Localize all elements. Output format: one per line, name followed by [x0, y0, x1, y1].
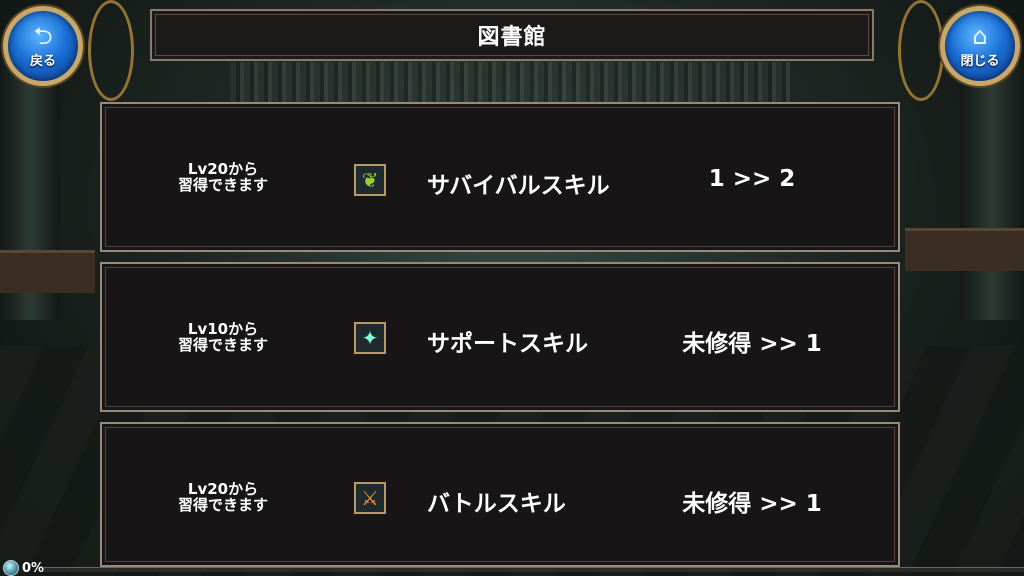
close-button-label: 閉じる: [960, 53, 1000, 69]
skill-requirement: Lv20から 習得できます: [158, 481, 288, 513]
skill-icon-glyph: ✦: [361, 326, 379, 350]
skill-row[interactable]: Lv10から 習得できます ✦ サポートスキル 未修得 >> 1: [100, 262, 900, 412]
requirement-level: Lv20から: [187, 160, 259, 178]
requirement-text: 習得できます: [177, 496, 268, 514]
skill-icon-glyph: ⚔: [361, 486, 379, 510]
requirement-text: 習得できます: [177, 336, 268, 354]
skill-name: サバイバルスキル: [427, 173, 610, 199]
home-icon: ⌂: [972, 21, 988, 50]
back-arrow-icon: ⮌: [33, 21, 53, 50]
skill-requirement: Lv10から 習得できます: [158, 321, 288, 353]
page-title: 図書館: [477, 25, 547, 50]
leaf-swirl-icon: ❦: [354, 164, 386, 196]
progress-track: [44, 567, 1024, 572]
loading-progress: 0%: [0, 560, 1024, 576]
requirement-level: Lv20から: [187, 480, 259, 498]
globe-icon: [3, 560, 19, 576]
skill-requirement: Lv20から 習得できます: [158, 161, 288, 193]
header-bar: 図書館: [150, 9, 874, 61]
skill-name: バトルスキル: [427, 491, 566, 517]
skill-row[interactable]: Lv20から 習得できます ⚔ バトルスキル 未修得 >> 1: [100, 422, 900, 567]
skill-level: 未修得 >> 1: [682, 491, 822, 517]
requirement-level: Lv10から: [187, 320, 259, 338]
skill-level: 1 >> 2: [708, 166, 796, 192]
back-button-label: 戻る: [29, 53, 56, 69]
skill-level: 未修得 >> 1: [682, 331, 822, 357]
skill-icon-glyph: ❦: [361, 168, 379, 192]
requirement-text: 習得できます: [177, 176, 268, 194]
skill-row[interactable]: Lv20から 習得できます ❦ サバイバルスキル 1 >> 2: [100, 102, 900, 252]
left-ornament: [88, 0, 134, 101]
sparkle-icon: ✦: [354, 322, 386, 354]
back-button[interactable]: ⮌ 戻る: [3, 6, 83, 86]
close-button[interactable]: ⌂ 閉じる: [940, 6, 1020, 86]
progress-percent: 0%: [22, 561, 45, 576]
crossed-swords-icon: ⚔: [354, 482, 386, 514]
right-ornament: [898, 0, 944, 101]
skill-name: サポートスキル: [427, 331, 588, 357]
